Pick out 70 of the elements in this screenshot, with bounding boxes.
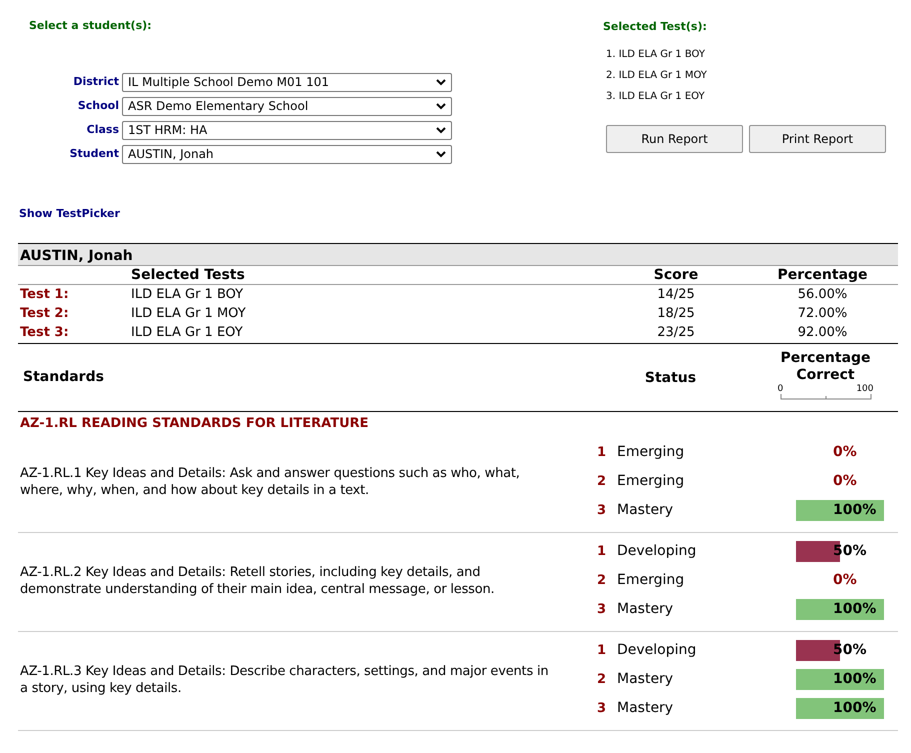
column-header: Status [644, 369, 698, 388]
status-label: Developing [616, 542, 698, 561]
dropdown[interactable]: IL Multiple School Demo M01 101 [122, 73, 452, 92]
column-header: Percentage [776, 266, 869, 284]
chevron-down-icon [436, 151, 446, 158]
chevron-down-icon [436, 103, 446, 110]
table-cell-text: 72.00% [796, 304, 848, 323]
table-cell-text: 18/25 [656, 304, 696, 323]
section-title: Select a student(s): [29, 19, 153, 33]
show-testpicker-link[interactable]: Show TestPicker [19, 207, 120, 220]
attempt-number: 1 [596, 642, 608, 660]
percentage-value: 100% [833, 670, 876, 689]
attempt-number: 1 [596, 444, 608, 462]
status-label: Mastery [616, 699, 674, 718]
attempt-number: 3 [596, 600, 608, 619]
section-heading: AZ-1.RL READING STANDARDS FOR LITERATURE [19, 415, 370, 433]
table-cell-text: 14/25 [656, 286, 696, 304]
attempt-number: 2 [596, 572, 608, 590]
percentage-value: 0% [833, 571, 857, 590]
scale-label: 0 [778, 384, 784, 394]
status-label: Emerging [616, 571, 686, 590]
dropdown[interactable]: ASR Demo Elementary School [122, 97, 452, 116]
column-header: Standards [22, 368, 105, 386]
chevron-down-icon [436, 79, 446, 86]
percentage-value: 100% [833, 600, 876, 619]
table-cell-text: 23/25 [656, 324, 696, 342]
status-label: Mastery [616, 670, 674, 689]
percentage-value: 100% [833, 699, 876, 718]
attempt-number: 3 [596, 502, 608, 520]
status-label: Mastery [616, 600, 674, 619]
test-label: Test 1: [19, 286, 70, 304]
standard-description: AZ-1.RL.3 Key Ideas and Details: Describe characters, settings, and major events in a story, using key details. [19, 662, 550, 696]
attempt-number: 2 [596, 472, 608, 491]
status-label: Emerging [616, 472, 686, 491]
column-header: Selected Tests [131, 266, 246, 284]
table-cell-text: 56.00% [796, 286, 848, 304]
table-cell-text: 92.00% [796, 324, 848, 342]
test-list-item: 3. ILD ELA Gr 1 EOY [606, 90, 706, 104]
field-label: Student [68, 146, 119, 162]
dropdown[interactable]: 1ST HRM: HA [122, 121, 452, 140]
field-label: School [76, 98, 119, 114]
percentage-value: 0% [833, 443, 857, 462]
percentage-value: 0% [833, 472, 857, 491]
status-label: Developing [616, 641, 698, 660]
test-list-item: 1. ILD ELA Gr 1 BOY [606, 48, 706, 62]
standard-description: AZ-1.RL.2 Key Ideas and Details: Retell stories, including key details, and demonstrate understanding of their main idea, central message, or lesson. [19, 564, 496, 598]
standard-description: AZ-1.RL.1 Key Ideas and Details: Ask and answer questions such as who, what, where, why, when, and how about key details in a text. [19, 464, 521, 498]
table-cell-text: ILD ELA Gr 1 MOY [131, 304, 247, 323]
field-label: District [72, 74, 119, 90]
column-header: Score [652, 266, 700, 284]
report-button[interactable]: Print Report [749, 125, 886, 153]
attempt-number: 2 [596, 670, 608, 689]
report-button[interactable]: Run Report [606, 125, 743, 153]
status-label: Mastery [616, 501, 674, 520]
field-label: Class [86, 122, 119, 138]
test-label: Test 3: [19, 324, 70, 342]
student-name-bar: AUSTIN, Jonah [18, 243, 898, 265]
percentage-value: 100% [833, 501, 876, 520]
attempt-number: 3 [596, 700, 608, 718]
chevron-down-icon [436, 127, 446, 134]
table-cell-text: ILD ELA Gr 1 BOY [131, 286, 244, 304]
attempt-number: 1 [596, 542, 608, 561]
section-title: Selected Test(s): [603, 20, 708, 34]
table-cell-text: ILD ELA Gr 1 EOY [131, 324, 244, 342]
scale-label: 100 [856, 384, 874, 394]
test-list-item: 2. ILD ELA Gr 1 MOY [606, 69, 708, 83]
dropdown[interactable]: AUSTIN, Jonah [122, 145, 452, 164]
test-label: Test 2: [19, 304, 70, 323]
status-label: Emerging [616, 443, 686, 462]
column-header: Percentage Correct [779, 350, 872, 384]
